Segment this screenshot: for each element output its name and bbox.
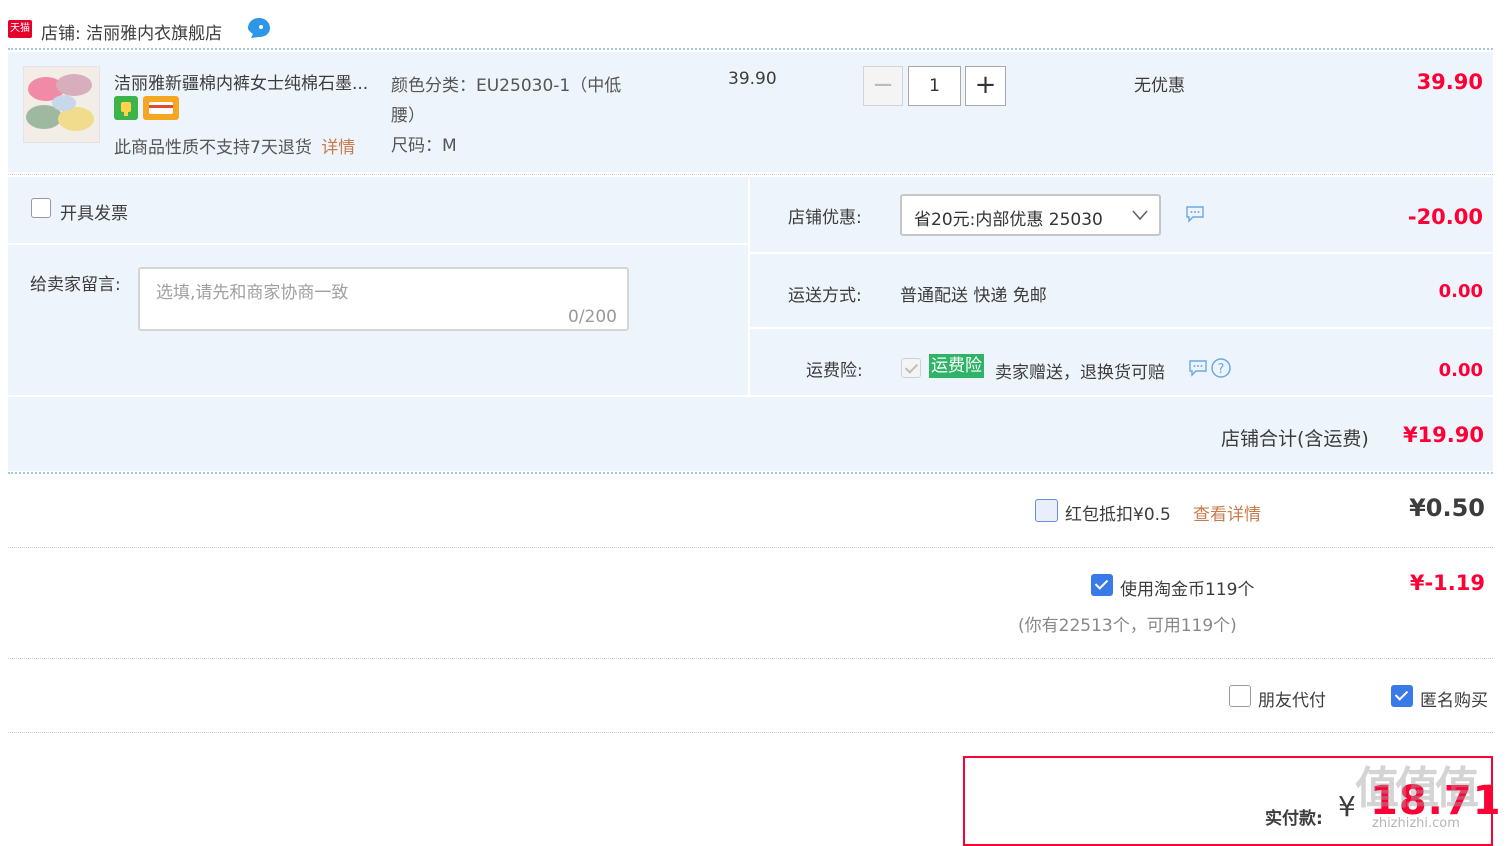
options-divider (8, 732, 1493, 733)
shop-total-divider (8, 472, 1493, 474)
message-textarea[interactable]: 选填,请先和商家协商一致 0/200 (138, 267, 629, 331)
insurance-checkbox (901, 358, 921, 378)
attr-size: 尺码：M (391, 136, 457, 156)
tao-coin-checkbox[interactable] (1091, 574, 1113, 596)
no-return-note: 此商品性质不支持7天退货 详情 (114, 138, 356, 158)
shipping-label: 运送方式: (788, 286, 862, 306)
anonymous-label: 匿名购买 (1420, 691, 1488, 711)
shipping-amount: 0.00 (1438, 281, 1483, 302)
tmall-badge: 天猫 (8, 20, 32, 38)
shop-discount-select[interactable]: 省20元:内部优惠 25030 (900, 194, 1161, 236)
item-subtotal: 39.90 (1416, 70, 1483, 94)
shop-discount-amount: -20.00 (1407, 205, 1483, 229)
item-divider (8, 174, 1493, 175)
payment-currency: ¥ (1338, 790, 1356, 823)
insurance-chat-icon[interactable] (1188, 359, 1208, 382)
message-label: 给卖家留言: (30, 275, 121, 295)
watermark-logo: 值值值 (1355, 763, 1479, 814)
detail-link[interactable]: 详情 (321, 138, 355, 158)
shop-label: 店铺: 洁丽雅内衣旗舰店 (41, 24, 223, 44)
attr-color-cont: 腰） (391, 106, 425, 126)
chat-icon[interactable] (247, 17, 271, 39)
quantity-decrease-button[interactable]: − (863, 66, 903, 106)
friend-pay-label: 朋友代付 (1258, 691, 1326, 711)
green-service-icon (114, 96, 138, 120)
quantity-increase-button[interactable]: + (965, 66, 1006, 106)
unit-price: 39.90 (728, 69, 777, 89)
shop-discount-chat-icon[interactable] (1185, 205, 1205, 228)
red-packet-label: 红包抵扣¥0.5 (1065, 505, 1171, 525)
chevron-down-icon (1131, 207, 1149, 227)
anonymous-checkbox[interactable] (1391, 685, 1413, 707)
insurance-text: 卖家赠送，退换货可赔 (995, 363, 1165, 383)
quantity-input[interactable] (908, 66, 961, 106)
product-thumbnail[interactable] (23, 66, 100, 143)
insurance-tag: 运费险 (929, 354, 984, 378)
watermark-url: zhizhizhi.com (1372, 816, 1460, 831)
red-packet-detail-link[interactable]: 查看详情 (1193, 500, 1261, 525)
shop-total-label: 店铺合计(含运费) (1221, 428, 1369, 450)
insurance-amount: 0.00 (1438, 360, 1483, 381)
credit-card-icon (143, 96, 179, 120)
shop-header-divider (8, 48, 1493, 50)
friend-pay-checkbox[interactable] (1229, 685, 1251, 707)
shop-name-link[interactable]: 洁丽雅内衣旗舰店 (86, 24, 222, 44)
attr-color: 颜色分类：EU25030-1（中低 (391, 76, 622, 96)
help-question-icon[interactable]: ? (1210, 357, 1232, 384)
message-counter: 0/200 (568, 307, 617, 327)
payment-label: 实付款: (1265, 809, 1323, 829)
invoice-checkbox[interactable] (31, 198, 51, 218)
shop-total-amount: ¥19.90 (1402, 423, 1484, 447)
tao-coin-amount: ¥-1.19 (1409, 571, 1485, 595)
shop-discount-selected: 省20元:内部优惠 25030 (914, 210, 1103, 230)
item-discount: 无优惠 (1134, 76, 1185, 96)
shipping-value: 普通配送 快递 免邮 (900, 286, 1047, 306)
product-title-link[interactable]: 洁丽雅新疆棉内裤女士纯棉石墨... (114, 69, 368, 94)
tao-coin-divider (8, 658, 1493, 659)
invoice-label: 开具发票 (60, 204, 128, 224)
red-packet-checkbox[interactable] (1035, 499, 1058, 522)
svg-text:?: ? (1218, 362, 1225, 377)
message-placeholder: 选填,请先和商家协商一致 (156, 283, 349, 303)
shop-discount-label: 店铺优惠: (788, 208, 862, 228)
tao-coin-note: (你有22513个，可用119个) (1018, 616, 1237, 636)
red-packet-divider (8, 547, 1493, 548)
red-packet-amount: ¥0.50 (1409, 494, 1485, 522)
insurance-label: 运费险: (806, 361, 863, 381)
tao-coin-label: 使用淘金币119个 (1120, 580, 1255, 600)
